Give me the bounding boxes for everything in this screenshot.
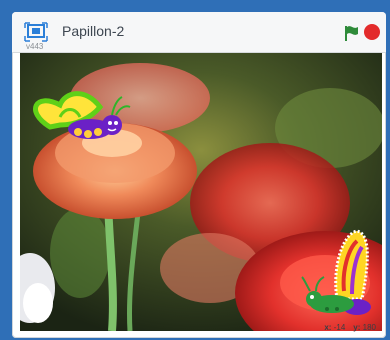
project-title: Papillon-2 (62, 23, 125, 39)
mouse-coordinates: x: -14 y: 180 (324, 323, 376, 332)
version-label: v443 (26, 42, 44, 51)
x-label: x: (324, 323, 332, 332)
orange-flower (33, 123, 197, 219)
y-label: y: (353, 323, 361, 332)
stage[interactable] (20, 53, 382, 331)
fullscreen-icon (24, 22, 48, 42)
y-coordinate: y: 180 (353, 323, 376, 332)
y-value: 180 (362, 323, 376, 332)
stop-icon (365, 25, 379, 39)
fullscreen-button[interactable] (22, 20, 50, 44)
x-coordinate: x: -14 (324, 323, 345, 332)
x-value: -14 (333, 323, 346, 332)
player-titlebar: v443 Papillon-2 (12, 12, 386, 53)
stop-button[interactable] (364, 24, 380, 40)
player-frame: v443 Papillon-2 x: -14 y: 180 (12, 12, 386, 338)
stage-backdrop (20, 53, 382, 331)
green-flag-icon[interactable] (342, 24, 360, 42)
